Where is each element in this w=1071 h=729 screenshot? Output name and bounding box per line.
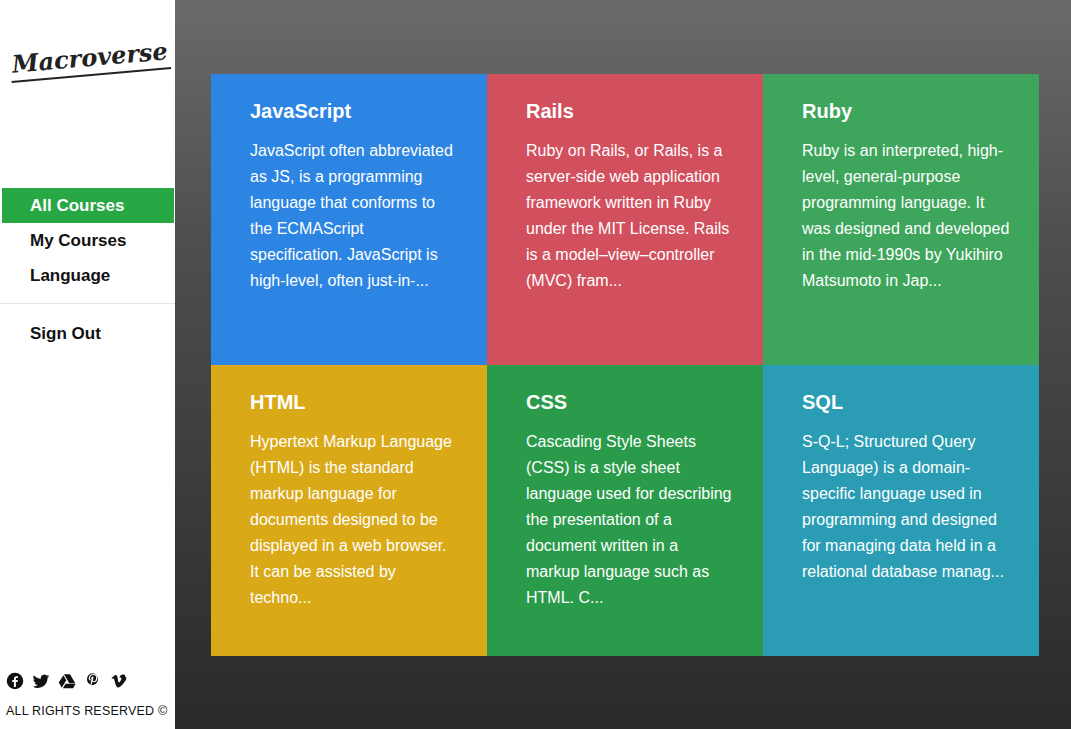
sign-out-link[interactable]: Sign Out	[2, 316, 174, 351]
course-description: Ruby on Rails, or Rails, is a server-sid…	[526, 138, 735, 294]
course-description: S-Q-L; Structured Query Language) is a d…	[802, 429, 1011, 585]
sidebar-item[interactable]: All Courses	[2, 188, 174, 223]
twitter-icon[interactable]	[32, 672, 50, 690]
logo[interactable]: Macroverse	[9, 37, 171, 83]
sidebar-menu: All CoursesMy CoursesLanguage Sign Out	[0, 188, 175, 351]
course-card[interactable]: Ruby Ruby is an interpreted, high-level, …	[763, 74, 1039, 365]
course-title[interactable]: SQL	[802, 389, 1011, 415]
app-shell: Macroverse All CoursesMy CoursesLanguage S…	[0, 0, 1071, 729]
google-drive-icon[interactable]	[58, 672, 76, 690]
course-description: Hypertext Markup Language (HTML) is the …	[250, 429, 459, 611]
course-title[interactable]: Rails	[526, 98, 735, 124]
course-area: JavaScript JavaScript often abbreviated a…	[175, 0, 1071, 729]
copyright-text: ALL RIGHTS RESERVED ©	[6, 702, 169, 721]
course-description: JavaScript often abbreviated as JS, is a…	[250, 138, 459, 294]
course-card[interactable]: JavaScript JavaScript often abbreviated a…	[211, 74, 487, 365]
course-title[interactable]: JavaScript	[250, 98, 459, 124]
sidebar-footer: ALL RIGHTS RESERVED ©	[0, 672, 175, 729]
course-grid: JavaScript JavaScript often abbreviated a…	[211, 74, 1038, 656]
social-icons	[6, 672, 169, 690]
pinterest-icon[interactable]	[84, 672, 102, 690]
course-card[interactable]: SQL S-Q-L; Structured Query Language) is …	[763, 365, 1039, 656]
course-card[interactable]: HTML Hypertext Markup Language (HTML) is …	[211, 365, 487, 656]
sidebar-divider	[0, 303, 175, 304]
sidebar: Macroverse All CoursesMy CoursesLanguage S…	[0, 0, 175, 729]
course-title[interactable]: CSS	[526, 389, 735, 415]
course-description: Cascading Style Sheets (CSS) is a style …	[526, 429, 735, 611]
course-card[interactable]: CSS Cascading Style Sheets (CSS) is a sty…	[487, 365, 763, 656]
vimeo-icon[interactable]	[110, 672, 128, 690]
course-description: Ruby is an interpreted, high-level, gene…	[802, 138, 1011, 294]
course-title[interactable]: Ruby	[802, 98, 1011, 124]
sidebar-item[interactable]: My Courses	[2, 223, 174, 258]
facebook-icon[interactable]	[6, 672, 24, 690]
sidebar-item[interactable]: Language	[2, 258, 174, 293]
course-title[interactable]: HTML	[250, 389, 459, 415]
course-card[interactable]: Rails Ruby on Rails, or Rails, is a serve…	[487, 74, 763, 365]
